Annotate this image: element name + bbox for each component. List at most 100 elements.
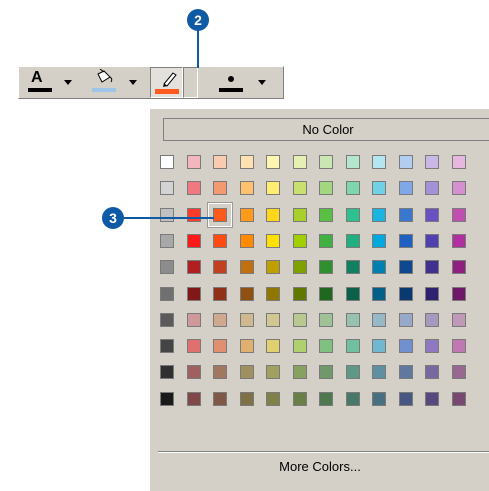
fill-color-button[interactable] [89, 67, 141, 98]
color-swatch[interactable] [372, 260, 386, 274]
color-swatch[interactable] [187, 392, 201, 406]
color-swatch[interactable] [240, 155, 254, 169]
color-swatch[interactable] [240, 313, 254, 327]
color-swatch[interactable] [452, 287, 466, 301]
color-swatch[interactable] [240, 339, 254, 353]
chevron-down-icon[interactable] [258, 80, 266, 85]
color-swatch[interactable] [372, 155, 386, 169]
text-color-button[interactable]: A [25, 67, 77, 98]
color-swatch[interactable] [425, 181, 439, 195]
color-swatch[interactable] [213, 287, 227, 301]
color-swatch[interactable] [372, 392, 386, 406]
color-swatch[interactable] [452, 208, 466, 222]
color-swatch[interactable] [213, 365, 227, 379]
color-swatch[interactable] [399, 287, 413, 301]
color-swatch[interactable] [266, 181, 280, 195]
more-colors-button[interactable]: More Colors... [150, 459, 489, 474]
color-swatch[interactable] [293, 260, 307, 274]
color-swatch[interactable] [425, 392, 439, 406]
color-swatch[interactable] [319, 339, 333, 353]
color-swatch[interactable] [319, 260, 333, 274]
color-swatch[interactable] [452, 181, 466, 195]
color-swatch[interactable] [372, 287, 386, 301]
color-swatch[interactable] [240, 287, 254, 301]
color-swatch[interactable] [425, 155, 439, 169]
color-swatch[interactable] [372, 313, 386, 327]
color-swatch[interactable] [160, 208, 174, 222]
color-swatch[interactable] [399, 365, 413, 379]
color-swatch[interactable] [425, 365, 439, 379]
color-swatch[interactable] [293, 287, 307, 301]
color-swatch[interactable] [293, 392, 307, 406]
color-swatch[interactable] [425, 339, 439, 353]
color-swatch[interactable] [399, 155, 413, 169]
color-swatch[interactable] [319, 234, 333, 248]
color-swatch[interactable] [452, 260, 466, 274]
color-swatch[interactable] [293, 155, 307, 169]
color-swatch[interactable] [187, 287, 201, 301]
color-swatch[interactable] [372, 339, 386, 353]
line-color-dropdown-button[interactable] [183, 67, 198, 98]
color-swatch[interactable] [372, 208, 386, 222]
no-color-button[interactable]: No Color [163, 118, 489, 141]
color-swatch[interactable] [452, 365, 466, 379]
color-swatch[interactable] [266, 208, 280, 222]
color-swatch[interactable] [160, 234, 174, 248]
color-swatch[interactable] [319, 208, 333, 222]
color-swatch[interactable] [160, 181, 174, 195]
color-swatch[interactable] [399, 208, 413, 222]
color-swatch[interactable] [213, 181, 227, 195]
color-swatch[interactable] [160, 155, 174, 169]
color-swatch[interactable] [160, 260, 174, 274]
color-swatch[interactable] [346, 234, 360, 248]
color-swatch[interactable] [266, 234, 280, 248]
color-swatch[interactable] [346, 287, 360, 301]
color-swatch[interactable] [399, 313, 413, 327]
color-swatch[interactable] [187, 260, 201, 274]
color-swatch[interactable] [346, 313, 360, 327]
color-swatch[interactable] [213, 339, 227, 353]
color-swatch[interactable] [213, 313, 227, 327]
color-swatch[interactable] [213, 234, 227, 248]
color-swatch[interactable] [452, 313, 466, 327]
color-swatch[interactable] [399, 339, 413, 353]
color-swatch[interactable] [293, 365, 307, 379]
color-swatch[interactable] [240, 260, 254, 274]
color-swatch[interactable] [240, 208, 254, 222]
color-swatch[interactable] [399, 181, 413, 195]
chevron-down-icon[interactable] [129, 80, 137, 85]
color-swatch[interactable] [319, 155, 333, 169]
color-swatch[interactable] [399, 392, 413, 406]
color-swatch[interactable] [293, 313, 307, 327]
color-swatch[interactable] [187, 208, 201, 222]
color-swatch[interactable] [240, 392, 254, 406]
color-swatch[interactable] [425, 287, 439, 301]
color-swatch[interactable] [293, 234, 307, 248]
color-swatch[interactable] [160, 339, 174, 353]
color-swatch[interactable] [346, 392, 360, 406]
color-swatch[interactable] [266, 260, 280, 274]
color-swatch[interactable] [425, 260, 439, 274]
color-swatch[interactable] [319, 181, 333, 195]
color-swatch[interactable] [266, 365, 280, 379]
color-swatch[interactable] [213, 392, 227, 406]
color-swatch[interactable] [213, 155, 227, 169]
color-swatch[interactable] [346, 155, 360, 169]
color-swatch[interactable] [266, 155, 280, 169]
color-swatch[interactable] [319, 313, 333, 327]
color-swatch[interactable] [293, 181, 307, 195]
color-swatch[interactable] [187, 339, 201, 353]
color-swatch[interactable] [293, 339, 307, 353]
color-swatch[interactable] [372, 234, 386, 248]
color-swatch[interactable] [240, 365, 254, 379]
color-swatch[interactable] [187, 234, 201, 248]
color-swatch[interactable] [399, 260, 413, 274]
color-swatch[interactable] [399, 234, 413, 248]
color-swatch[interactable] [452, 392, 466, 406]
color-swatch[interactable] [240, 181, 254, 195]
marker-color-button[interactable] [215, 67, 275, 98]
color-swatch[interactable] [187, 181, 201, 195]
color-swatch[interactable] [346, 365, 360, 379]
color-swatch[interactable] [213, 260, 227, 274]
color-swatch[interactable] [346, 339, 360, 353]
